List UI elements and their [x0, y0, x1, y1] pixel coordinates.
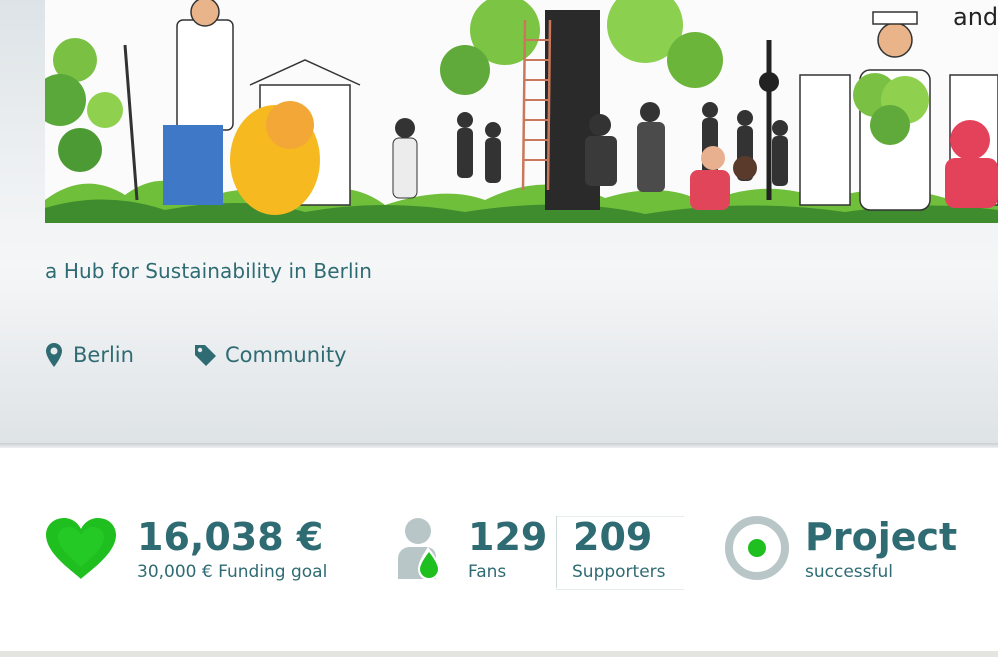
person-drop-icon [396, 517, 444, 587]
status-label: successful [805, 562, 893, 582]
funding-goal-label: 30,000 € Funding goal [137, 562, 328, 582]
hero-handwriting: and [953, 3, 998, 31]
map-pin-icon [45, 342, 63, 368]
category-label: Community [225, 343, 347, 367]
fans-label[interactable]: Fans [468, 564, 506, 581]
tag-icon [193, 343, 217, 367]
bottom-divider [0, 651, 998, 657]
project-tagline: a Hub for Sustainability in Berlin [45, 259, 373, 283]
location-link[interactable]: Berlin [45, 338, 134, 372]
funding-amount: 16,038 € [137, 515, 324, 559]
target-icon [725, 516, 789, 584]
status-title: Project [805, 515, 958, 559]
stats-divider [556, 516, 557, 588]
heart-icon [44, 517, 118, 585]
hero-illustration: and [45, 0, 998, 223]
project-hero-image: and [45, 0, 998, 223]
category-link[interactable]: Community [193, 338, 347, 372]
supporters-count[interactable]: 209 [573, 518, 652, 556]
location-label: Berlin [73, 343, 134, 367]
supporters-label[interactable]: Supporters [572, 564, 666, 581]
fans-count[interactable]: 129 [468, 518, 547, 556]
